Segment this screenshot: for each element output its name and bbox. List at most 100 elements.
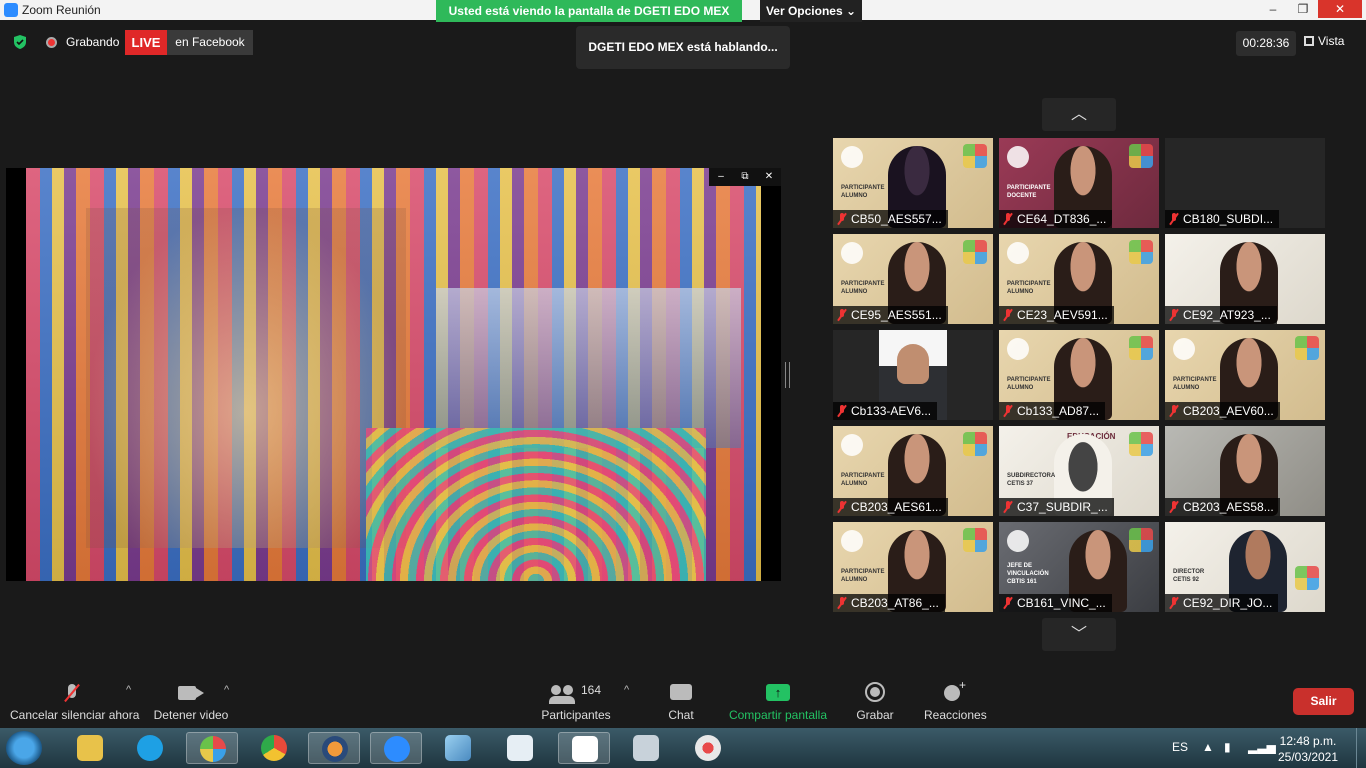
leave-meeting-button[interactable]: Salir bbox=[1293, 688, 1354, 715]
institution-logo-icon bbox=[1007, 338, 1029, 360]
network-icon[interactable]: ▂▃▅ bbox=[1248, 740, 1276, 754]
live-target-label[interactable]: en Facebook bbox=[167, 30, 253, 55]
muted-mic-icon bbox=[837, 405, 847, 417]
shared-screen-view[interactable]: – ⧉ ✕ bbox=[6, 168, 781, 581]
participant-tile[interactable]: Cb133-AEV6... bbox=[833, 330, 993, 420]
taskbar-chrome[interactable] bbox=[248, 732, 300, 764]
media-player-icon bbox=[322, 736, 348, 762]
maximize-button[interactable]: ❐ bbox=[1288, 0, 1318, 18]
close-window-button[interactable]: ✕ bbox=[1318, 0, 1362, 18]
view-button[interactable]: Vista bbox=[1304, 34, 1344, 48]
participant-tile[interactable]: PARTICIPANTE ALUMNO CB203_AES61... bbox=[833, 426, 993, 516]
taskbar-paint[interactable] bbox=[186, 732, 238, 764]
muted-mic-icon bbox=[1169, 213, 1179, 225]
taskbar-calculator[interactable] bbox=[620, 732, 672, 764]
meeting-timer: 00:28:36 bbox=[1236, 31, 1296, 56]
participant-name: Cb133-AEV6... bbox=[833, 402, 938, 420]
participant-tile[interactable]: DIRECTOR CETIS 92 CE92_DIR_JO... bbox=[1165, 522, 1325, 612]
participant-tile[interactable]: PARTICIPANTE ALUMNO CB50_AES557... bbox=[833, 138, 993, 228]
stop-video-button[interactable]: Detener video bbox=[150, 682, 232, 722]
gallery-prev-page-button[interactable]: ︿ bbox=[1042, 98, 1116, 131]
record-button[interactable]: Grabar bbox=[855, 682, 895, 722]
shared-window-controls: – ⧉ ✕ bbox=[709, 168, 781, 186]
system-clock[interactable]: 12:48 p.m. 25/03/2021 bbox=[1276, 733, 1340, 765]
windows-start-button[interactable] bbox=[6, 731, 42, 765]
participants-options-caret[interactable]: ^ bbox=[624, 684, 629, 696]
recording-label[interactable]: Grabando bbox=[66, 35, 119, 49]
participant-name: CB203_AES61... bbox=[833, 498, 948, 516]
institution-logo-icon bbox=[1173, 338, 1195, 360]
share-screen-icon bbox=[766, 682, 790, 704]
audio-options-caret[interactable]: ^ bbox=[126, 684, 131, 696]
zoom-icon bbox=[384, 736, 410, 762]
view-options-button[interactable]: Ver Opciones ⌄ bbox=[760, 0, 862, 22]
zoom-app-icon bbox=[4, 3, 18, 17]
video-options-caret[interactable]: ^ bbox=[224, 684, 229, 696]
chat-button[interactable]: Chat bbox=[661, 682, 701, 722]
taskbar-notes[interactable] bbox=[432, 732, 484, 764]
taskbar-skype[interactable] bbox=[124, 732, 176, 764]
paint-palette-icon bbox=[200, 736, 226, 762]
share-screen-button[interactable]: Compartir pantalla bbox=[728, 682, 828, 722]
checklist-icon bbox=[507, 735, 533, 761]
panel-splitter-handle[interactable] bbox=[785, 362, 790, 388]
participant-tile[interactable]: JEFE DE VINCULACIÓN CBTIS 161 CB161_VINC… bbox=[999, 522, 1159, 612]
participant-name: CB203_AES58... bbox=[1165, 498, 1280, 516]
participant-name: Cb133_AD87... bbox=[999, 402, 1106, 420]
participant-role: SUBDIRECTORA CETIS 37 bbox=[1007, 473, 1056, 487]
muted-mic-icon bbox=[1169, 309, 1179, 321]
muted-mic-icon bbox=[1003, 213, 1013, 225]
dropbox-icon bbox=[572, 736, 598, 762]
unmute-button[interactable]: Cancelar silenciar ahora bbox=[10, 682, 139, 722]
participant-name: CB203_AT86_... bbox=[833, 594, 945, 612]
event-badge-icon bbox=[963, 528, 987, 552]
language-indicator[interactable]: ES bbox=[1172, 740, 1188, 754]
shared-screen-image-region bbox=[436, 288, 741, 448]
participant-tile[interactable]: CB203_AES58... bbox=[1165, 426, 1325, 516]
encryption-shield-icon[interactable] bbox=[12, 34, 28, 50]
participant-tile[interactable]: PARTICIPANTE DOCENTE CE64_DT836_... bbox=[999, 138, 1159, 228]
institution-logo-icon bbox=[1007, 530, 1029, 552]
participants-icon bbox=[549, 682, 575, 704]
taskbar-file-explorer[interactable] bbox=[64, 732, 116, 764]
participant-name: CE92_AT923_... bbox=[1165, 306, 1277, 324]
taskbar-snipping-tool[interactable] bbox=[682, 732, 734, 764]
show-desktop-button[interactable] bbox=[1356, 728, 1366, 768]
reactions-button[interactable]: Reacciones bbox=[924, 678, 987, 722]
participant-role: JEFE DE VINCULACIÓN CBTIS 161 bbox=[1007, 563, 1049, 585]
calculator-icon bbox=[633, 735, 659, 761]
participant-tile[interactable]: PARTICIPANTE ALUMNO Cb133_AD87... bbox=[999, 330, 1159, 420]
video-camera-icon bbox=[178, 682, 204, 704]
grid-icon bbox=[1304, 36, 1314, 46]
shared-window-close-icon[interactable]: ✕ bbox=[757, 168, 781, 186]
participant-tile[interactable]: EDUCACIÓN SUBDIRECTORA CETIS 37 C37_SUBD… bbox=[999, 426, 1159, 516]
participant-tile[interactable]: PARTICIPANTE ALUMNO CE95_AES551... bbox=[833, 234, 993, 324]
shared-window-minimize-icon[interactable]: – bbox=[709, 168, 733, 186]
institution-logo-icon bbox=[841, 434, 863, 456]
view-label: Vista bbox=[1318, 34, 1345, 48]
event-badge-icon bbox=[1129, 432, 1153, 456]
taskbar-zoom[interactable] bbox=[370, 732, 422, 764]
live-badge[interactable]: LIVE bbox=[125, 30, 167, 55]
participant-tile[interactable]: PARTICIPANTE ALUMNO CE23_AEV591... bbox=[999, 234, 1159, 324]
muted-mic-icon bbox=[837, 309, 847, 321]
taskbar-dropbox[interactable] bbox=[558, 732, 610, 764]
show-hidden-icons-icon[interactable]: ▲ bbox=[1202, 740, 1214, 754]
power-icon[interactable]: ▮ bbox=[1224, 740, 1231, 754]
muted-mic-icon bbox=[1169, 597, 1179, 609]
taskbar-media-player[interactable] bbox=[308, 732, 360, 764]
gallery-next-page-button[interactable]: ﹀ bbox=[1042, 618, 1116, 651]
shared-screen-image-region bbox=[86, 208, 406, 548]
event-badge-icon bbox=[963, 240, 987, 264]
participants-button[interactable]: 164 Participantes bbox=[540, 682, 612, 722]
participant-tile[interactable]: PARTICIPANTE ALUMNO CB203_AT86_... bbox=[833, 522, 993, 612]
participant-tile[interactable]: CE92_AT923_... bbox=[1165, 234, 1325, 324]
event-badge-icon bbox=[963, 432, 987, 456]
shared-screen-image-region bbox=[366, 428, 706, 581]
minimize-button[interactable]: – bbox=[1258, 0, 1288, 18]
shared-window-restore-icon[interactable]: ⧉ bbox=[733, 168, 757, 186]
participant-tile[interactable]: PARTICIPANTE ALUMNO CB203_AEV60... bbox=[1165, 330, 1325, 420]
muted-mic-icon bbox=[1169, 405, 1179, 417]
taskbar-checklist[interactable] bbox=[494, 732, 546, 764]
participant-tile[interactable]: CB180_SUBDI... bbox=[1165, 138, 1325, 228]
